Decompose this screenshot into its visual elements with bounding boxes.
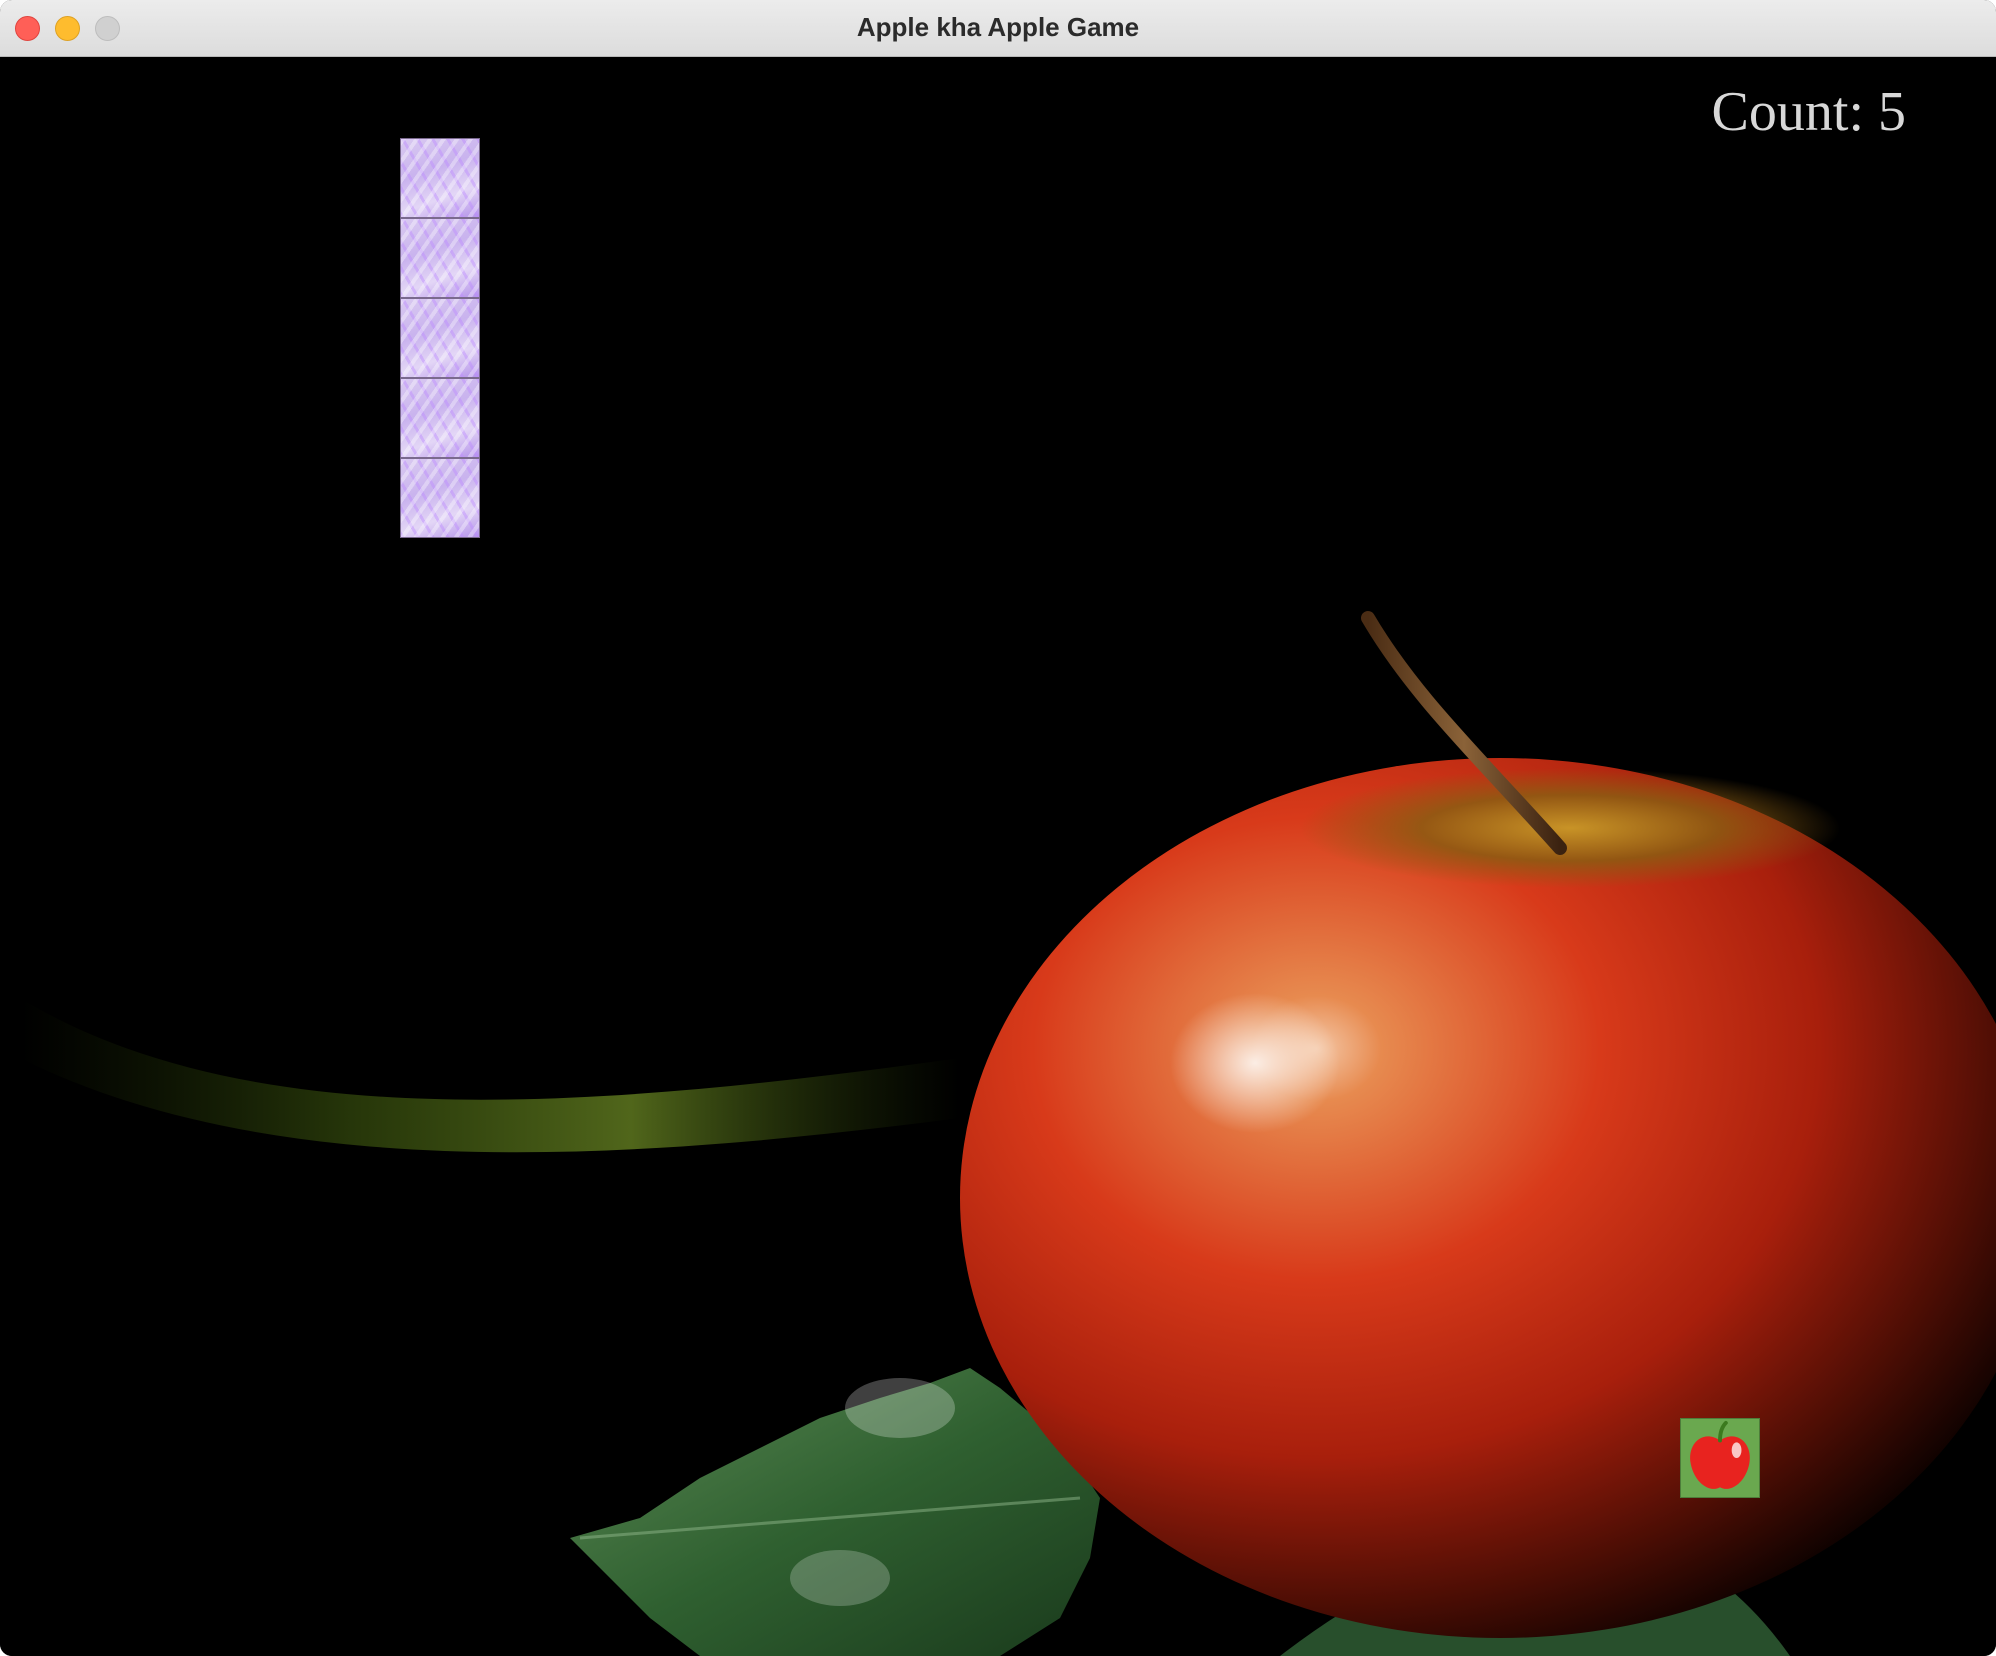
snake-segment bbox=[400, 298, 480, 378]
apple-icon bbox=[1690, 1420, 1750, 1489]
game-window: Apple kha Apple Game Count: 5 bbox=[0, 0, 1996, 1656]
snake-segment bbox=[400, 378, 480, 458]
snake-segment bbox=[400, 138, 480, 218]
apple-food bbox=[1680, 1418, 1760, 1498]
game-board[interactable]: Count: 5 bbox=[0, 58, 1996, 1656]
snake-segment bbox=[400, 218, 480, 298]
window-title: Apple kha Apple Game bbox=[856, 12, 1140, 42]
background-apple-image bbox=[20, 611, 1996, 1656]
title-bar[interactable]: Apple kha Apple Game bbox=[0, 0, 1996, 57]
score-counter: Count: 5 bbox=[1711, 81, 1906, 143]
snake bbox=[400, 138, 480, 538]
snake-segment bbox=[400, 458, 480, 538]
